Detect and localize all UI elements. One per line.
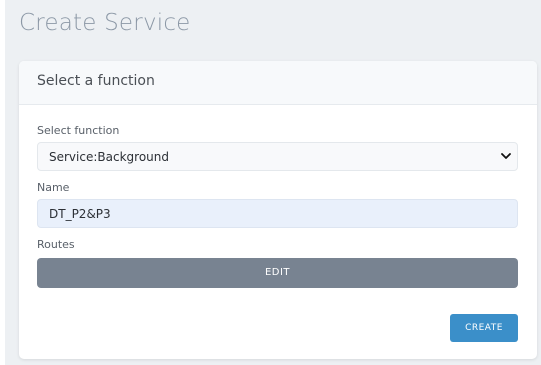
- routes-field-label: Routes: [37, 238, 75, 251]
- chevron-down-icon: [501, 153, 511, 159]
- function-select[interactable]: Service:Background: [37, 142, 518, 171]
- function-select-value: Service:Background: [49, 150, 169, 164]
- function-card: Select a function Select function Servic…: [19, 61, 537, 359]
- name-field-label: Name: [37, 181, 70, 194]
- edit-routes-button[interactable]: EDIT: [37, 258, 518, 288]
- card-header: Select a function: [19, 61, 537, 105]
- page-title: Create Service: [19, 10, 191, 36]
- card-title: Select a function: [37, 73, 155, 89]
- function-field-label: Select function: [37, 124, 120, 137]
- create-button[interactable]: CREATE: [450, 314, 518, 342]
- name-input-value: DT_P2&P3: [49, 207, 111, 221]
- name-input[interactable]: DT_P2&P3: [37, 199, 518, 228]
